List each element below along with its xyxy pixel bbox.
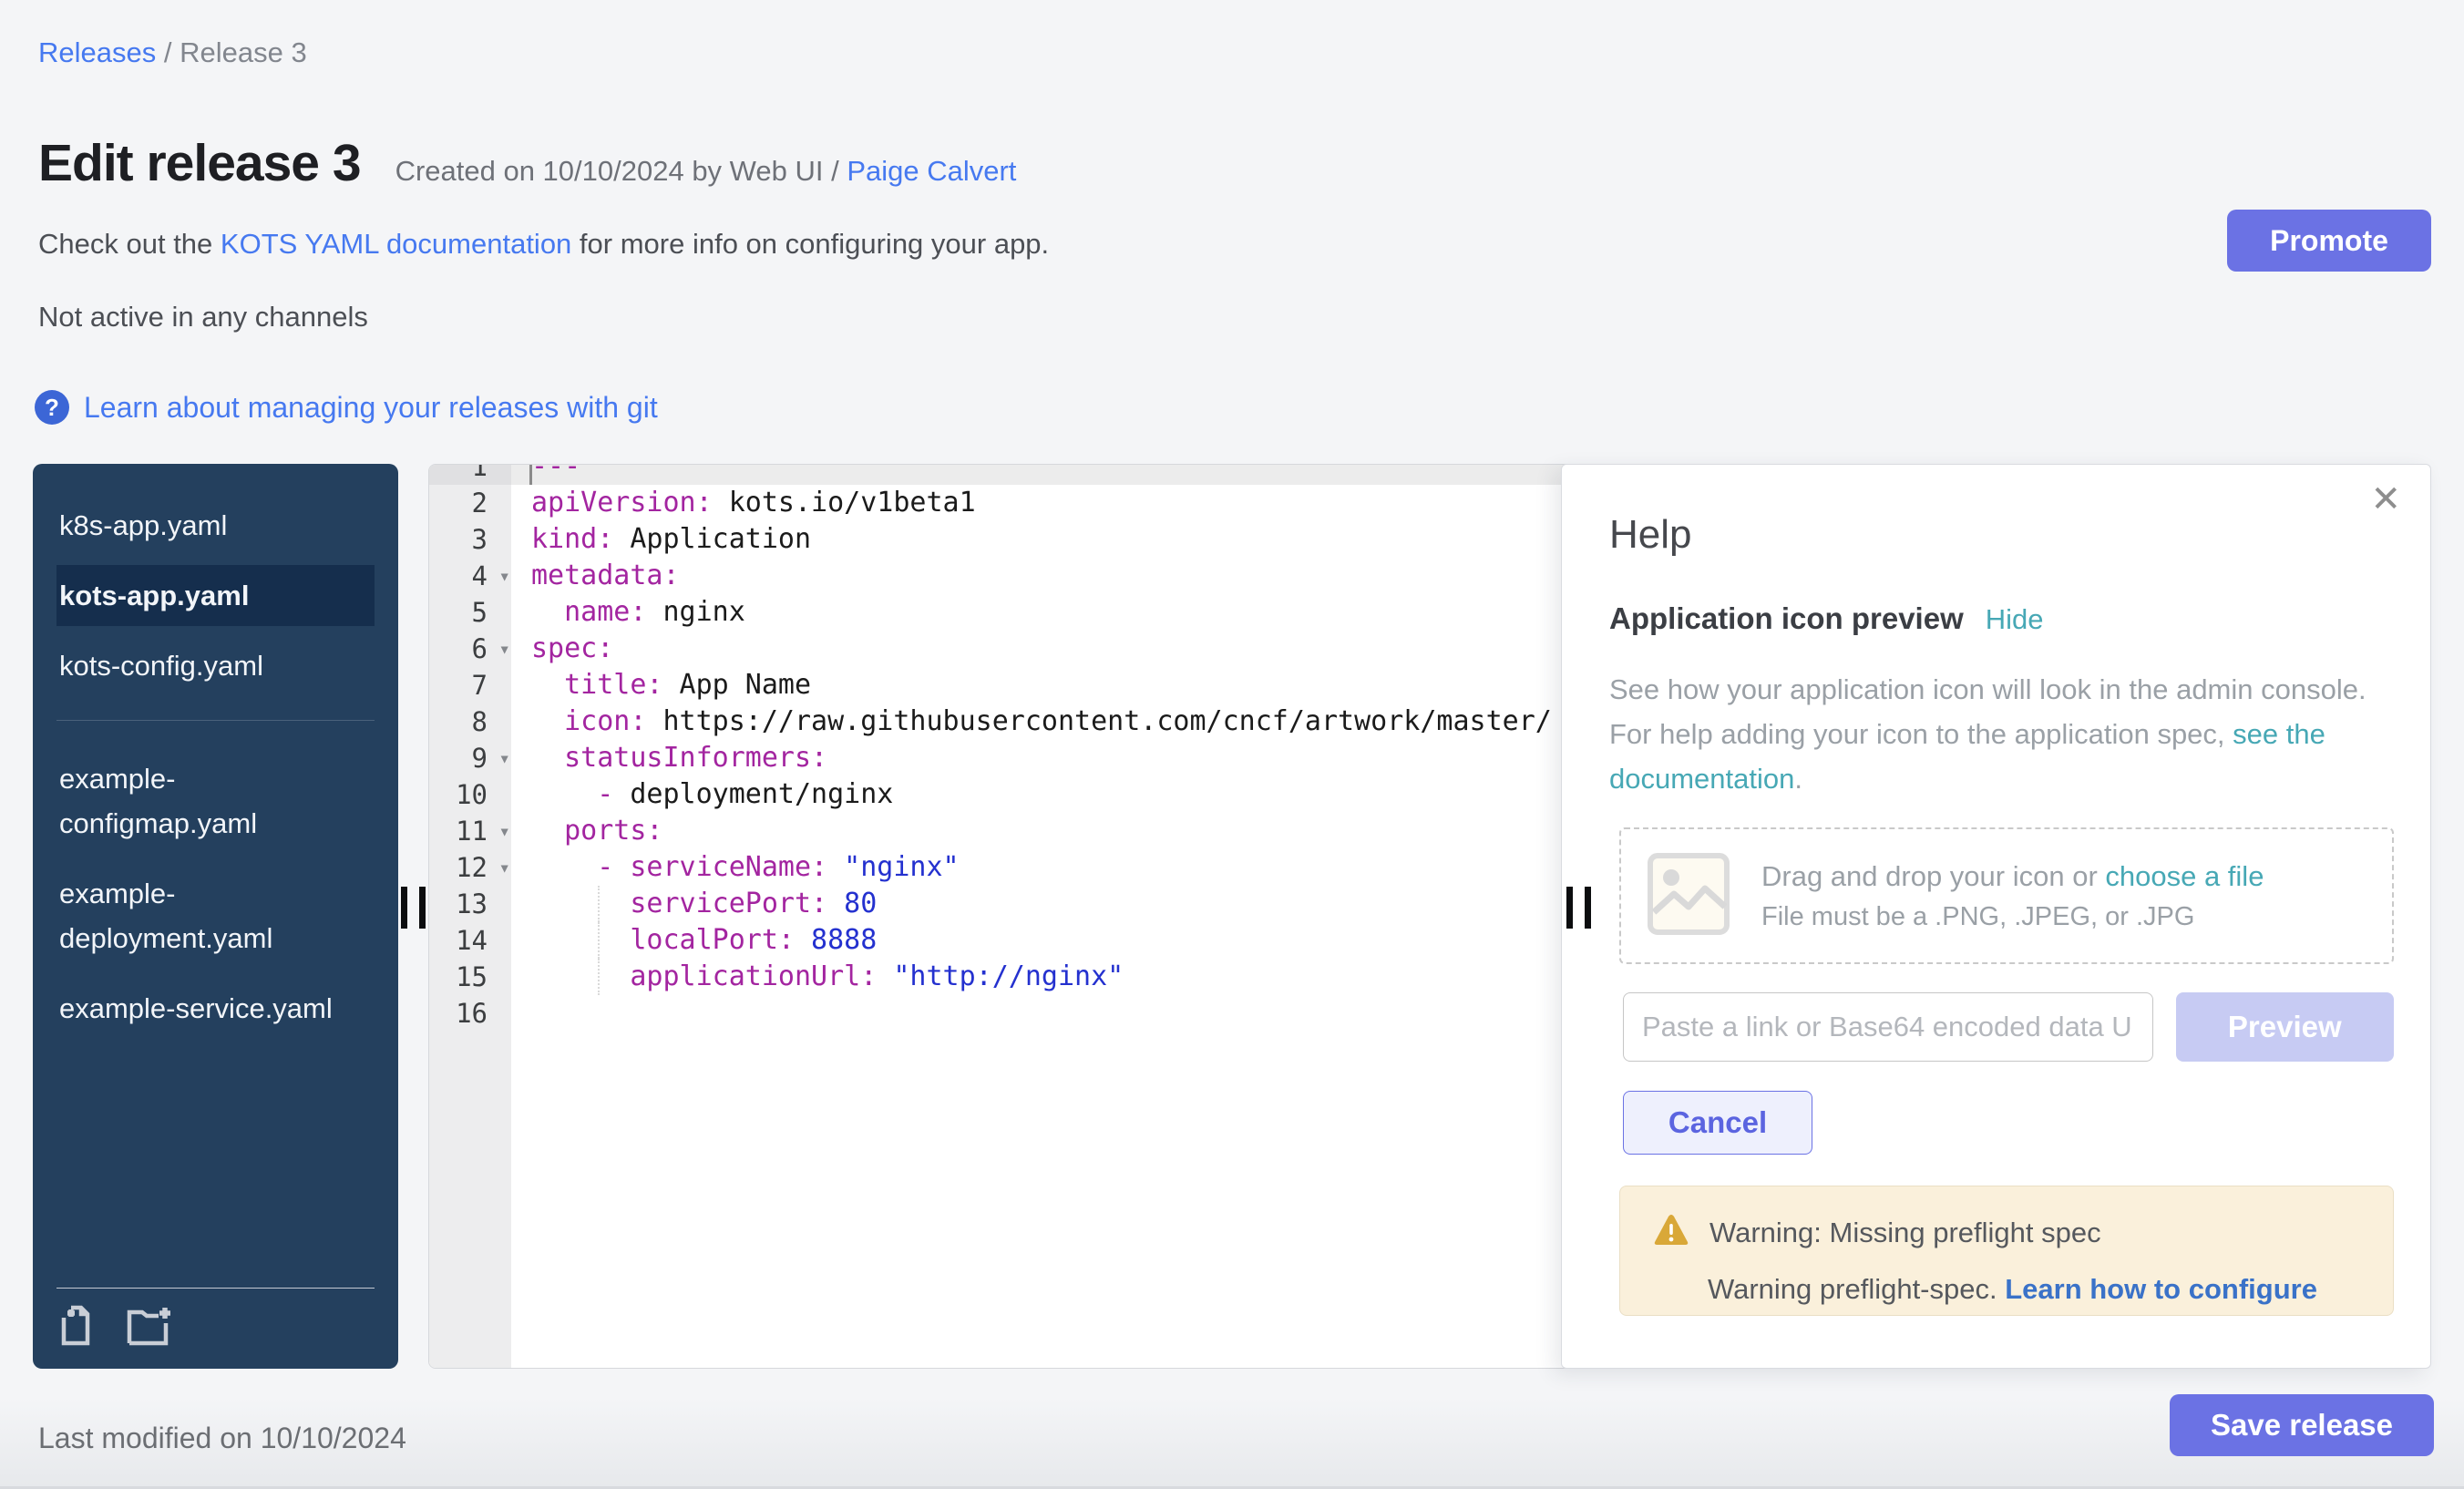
fold-arrow-icon[interactable]: ▾ <box>498 631 510 667</box>
gutter-line-13: 13 <box>429 886 511 922</box>
help-panel-resize-handle[interactable] <box>1566 887 1594 929</box>
question-mark-icon: ? <box>35 390 69 425</box>
icon-preview-description: See how your application icon will look … <box>1609 667 2384 801</box>
warning-detail: Warning preflight-spec. Learn how to con… <box>1708 1273 2367 1306</box>
sidebar-resize-handle[interactable] <box>401 887 428 929</box>
kots-doc-line: Check out the KOTS YAML documentation fo… <box>38 228 1049 261</box>
dropzone-text: Drag and drop your icon or choose a file… <box>1761 860 2264 932</box>
choose-file-link[interactable]: choose a file <box>2105 860 2264 892</box>
cancel-button[interactable]: Cancel <box>1623 1091 1812 1155</box>
gutter-line-8: 8 <box>429 703 511 740</box>
last-modified-text: Last modified on 10/10/2024 <box>38 1422 406 1455</box>
text-cursor <box>529 465 532 485</box>
file-item-kots-config.yaml[interactable]: kots-config.yaml <box>56 635 348 696</box>
gutter-line-10: 10 <box>429 776 511 813</box>
fold-arrow-icon[interactable]: ▾ <box>498 740 510 776</box>
dropzone-file-types: File must be a .PNG, .JPEG, or .JPG <box>1761 902 2264 932</box>
file-item-example-service.yaml[interactable]: example-service.yaml <box>56 978 348 1039</box>
image-placeholder-icon <box>1647 852 1730 940</box>
help-panel: ✕ Help Application icon preview Hide See… <box>1561 464 2431 1369</box>
doc-line-suffix: for more info on configuring your app. <box>571 228 1049 260</box>
gutter-line-11: 11▾ <box>429 813 511 849</box>
preflight-warning-box: Warning: Missing preflight spec Warning … <box>1619 1186 2394 1316</box>
hide-link[interactable]: Hide <box>1986 603 2044 636</box>
icon-dropzone[interactable]: Drag and drop your icon or choose a file… <box>1619 827 2394 964</box>
gutter-line-2: 2 <box>429 485 511 521</box>
sidebar-divider <box>56 720 375 721</box>
fold-arrow-icon[interactable]: ▾ <box>498 813 510 849</box>
file-sidebar: k8s-app.yaml kots-app.yaml kots-config.yam… <box>33 464 398 1369</box>
gutter-line-14: 14 <box>429 922 511 959</box>
save-release-button[interactable]: Save release <box>2170 1394 2434 1456</box>
gutter-line-12: 12▾ <box>429 849 511 886</box>
file-list: k8s-app.yaml kots-app.yaml kots-config.yam… <box>33 464 398 1039</box>
file-item-k8s-app.yaml[interactable]: k8s-app.yaml <box>56 495 348 556</box>
gutter-line-9: 9▾ <box>429 740 511 776</box>
channel-status-text: Not active in any channels <box>38 301 368 334</box>
created-text: Created on 10/10/2024 by Web UI / <box>395 155 839 187</box>
warning-triangle-icon <box>1653 1214 1689 1251</box>
gutter-line-6: 6▾ <box>429 631 511 667</box>
gutter-line-16: 16 <box>429 995 511 1032</box>
learn-configure-link[interactable]: Learn how to configure <box>2005 1273 2317 1305</box>
breadcrumb-releases-link[interactable]: Releases <box>38 36 156 68</box>
warning-title: Warning: Missing preflight spec <box>1709 1217 2101 1249</box>
sidebar-footer <box>56 1288 375 1347</box>
warning-detail-text: Warning preflight-spec. <box>1708 1273 2005 1305</box>
fold-arrow-icon[interactable]: ▾ <box>498 558 510 594</box>
file-item-example-deployment.yaml[interactable]: example-deployment.yaml <box>56 863 348 969</box>
icon-url-input[interactable] <box>1623 992 2153 1062</box>
breadcrumb-current: Release 3 <box>180 36 307 68</box>
title-row: Edit release 3 Created on 10/10/2024 by … <box>38 133 1016 193</box>
gutter-line-7: 7 <box>429 667 511 703</box>
add-folder-icon[interactable] <box>126 1305 173 1347</box>
created-subtitle: Created on 10/10/2024 by Web UI / Paige … <box>395 155 1017 188</box>
gutter-line-3: 3 <box>429 521 511 558</box>
git-help-row: ? Learn about managing your releases wit… <box>35 390 658 425</box>
description-period: . <box>1794 763 1802 795</box>
dropzone-line1: Drag and drop your icon or <box>1761 860 2105 892</box>
page-title: Edit release 3 <box>38 133 361 193</box>
doc-line-prefix: Check out the <box>38 228 221 260</box>
help-panel-title: Help <box>1609 512 1692 558</box>
add-file-icon[interactable] <box>56 1305 98 1347</box>
breadcrumb: Releases / Release 3 <box>38 36 307 69</box>
editor-gutter: 1234▾56▾789▾1011▾12▾13141516 <box>429 465 511 1368</box>
fold-arrow-icon[interactable]: ▾ <box>498 849 510 886</box>
git-releases-link[interactable]: Learn about managing your releases with … <box>84 391 658 425</box>
file-item-example-configmap.yaml[interactable]: example-configmap.yaml <box>56 748 348 854</box>
gutter-lines: 1234▾56▾789▾1011▾12▾13141516 <box>429 464 511 1032</box>
icon-preview-title: Application icon preview <box>1609 601 1964 636</box>
kots-yaml-doc-link[interactable]: KOTS YAML documentation <box>221 228 571 260</box>
gutter-line-1: 1 <box>429 464 511 485</box>
gutter-line-5: 5 <box>429 594 511 631</box>
icon-preview-section-head: Application icon preview Hide <box>1609 601 2044 636</box>
file-item-kots-app.yaml[interactable]: kots-app.yaml <box>56 565 375 626</box>
icon-url-row: Preview <box>1623 992 2394 1062</box>
promote-button[interactable]: Promote <box>2227 210 2431 272</box>
gutter-line-4: 4▾ <box>429 558 511 594</box>
breadcrumb-separator: / <box>164 36 180 68</box>
gutter-line-15: 15 <box>429 959 511 995</box>
release-workspace: k8s-app.yaml kots-app.yaml kots-config.yam… <box>33 464 2431 1369</box>
close-icon[interactable]: ✕ <box>2370 481 2401 518</box>
author-link[interactable]: Paige Calvert <box>847 155 1016 187</box>
preview-button[interactable]: Preview <box>2176 992 2394 1062</box>
